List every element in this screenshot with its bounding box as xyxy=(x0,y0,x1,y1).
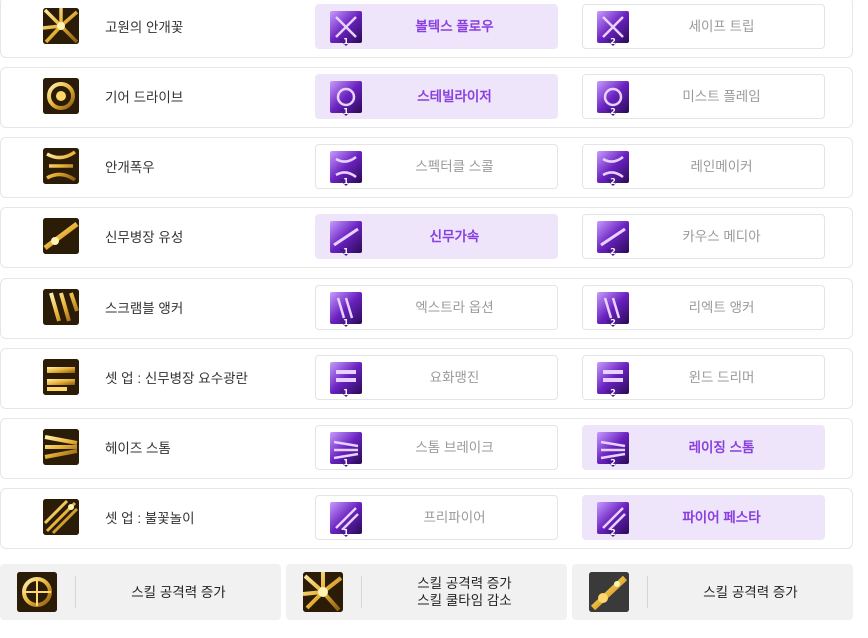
cannon-skill-icon xyxy=(589,572,629,612)
svg-text:2: 2 xyxy=(610,37,616,46)
option-1-button[interactable]: 1 스톰 브레이크 xyxy=(315,425,558,470)
skill-name: 신무병장 유성 xyxy=(105,230,184,245)
option-2-button[interactable]: 2 윈드 드리머 xyxy=(582,355,825,400)
option-1-button[interactable]: 1 스펙터클 스콜 xyxy=(315,144,558,189)
storm-skill-icon xyxy=(43,148,79,184)
option-label: 프리파이어 xyxy=(423,510,486,525)
svg-text:2: 2 xyxy=(610,458,616,467)
bonus-effect-line: 스킬 공격력 증가 xyxy=(131,584,226,600)
firework-skill-icon xyxy=(43,499,79,535)
blade-skill-icon xyxy=(43,218,79,254)
skill-name: 헤이즈 스톰 xyxy=(105,441,171,456)
skill-name: 스크램블 앵커 xyxy=(105,301,184,316)
skill-row: 신무병장 유성 1 신무가속 2 카우스 메디아 xyxy=(0,207,853,268)
haze-skill-icon xyxy=(43,429,79,465)
svg-text:2: 2 xyxy=(610,177,616,186)
bonus-card-3: 스킬 공격력 증가 xyxy=(572,564,853,620)
svg-text:2: 2 xyxy=(610,247,616,256)
option-label: 레이징 스톰 xyxy=(688,440,755,455)
option-label: 세이프 트립 xyxy=(688,19,755,34)
option-label: 신무가속 xyxy=(429,229,480,244)
option-label: 스펙터클 스콜 xyxy=(415,159,494,174)
option-label: 파이어 페스타 xyxy=(682,510,761,525)
option-2-button[interactable]: 2 레이징 스톰 xyxy=(582,425,825,470)
anchor-skill-icon xyxy=(43,289,79,325)
bonus-effect: 스킬 공격력 증가 xyxy=(648,564,853,620)
bonus-card-1: 스킬 공격력 증가 xyxy=(0,564,281,620)
setup-skill-icon xyxy=(43,359,79,395)
option-2-button[interactable]: 2 미스트 플레임 xyxy=(582,74,825,119)
svg-text:1: 1 xyxy=(343,37,349,46)
bonus-effect-line: 스킬 공격력 증가 xyxy=(417,576,512,591)
skill-row: 스크램블 앵커 1 엑스트라 옵션 2 리엑트 앵커 xyxy=(0,278,853,339)
skill-row: 헤이즈 스톰 1 스톰 브레이크 2 레이징 스톰 xyxy=(0,418,853,479)
option-2-button[interactable]: 2 레인메이커 xyxy=(582,144,825,189)
ring-skill-icon xyxy=(17,572,57,612)
option-1-button[interactable]: 1 엑스트라 옵션 xyxy=(315,285,558,330)
skill-name: 셋 업 : 불꽃놀이 xyxy=(105,511,195,526)
svg-text:2: 2 xyxy=(610,318,616,327)
svg-text:1: 1 xyxy=(343,528,349,537)
svg-text:1: 1 xyxy=(343,458,349,467)
burst-skill-icon xyxy=(303,572,343,612)
option-1-button[interactable]: 1 볼텍스 플로우 xyxy=(315,4,558,49)
option-label: 엑스트라 옵션 xyxy=(415,300,494,315)
option-label: 볼텍스 플로우 xyxy=(415,19,494,34)
skill-name: 기어 드라이브 xyxy=(105,90,184,105)
option-label: 미스트 플레임 xyxy=(682,89,761,104)
gear-skill-icon xyxy=(43,78,79,114)
option-2-button[interactable]: 2 파이어 페스타 xyxy=(582,495,825,540)
svg-text:2: 2 xyxy=(610,528,616,537)
svg-text:1: 1 xyxy=(343,388,349,397)
svg-text:2: 2 xyxy=(610,107,616,116)
bonus-effect-line: 스킬 쿨타임 감소 xyxy=(417,593,512,608)
option-label: 요화맹진 xyxy=(429,370,480,385)
skill-row: 고원의 안개꽃 1 볼텍스 플로우 2 세이프 트립 xyxy=(0,0,853,58)
bonus-effect-line: 스킬 공격력 증가 xyxy=(703,584,798,600)
option-label: 스톰 브레이크 xyxy=(415,440,494,455)
skill-row: 안개폭우 1 스펙터클 스콜 2 레인메이커 xyxy=(0,137,853,198)
skill-name: 고원의 안개꽃 xyxy=(105,20,184,35)
svg-text:1: 1 xyxy=(343,318,349,327)
option-1-button[interactable]: 1 스테빌라이저 xyxy=(315,74,558,119)
skill-name: 셋 업 : 신무병장 요수광란 xyxy=(105,371,248,386)
skill-row: 셋 업 : 신무병장 요수광란 1 요화맹진 2 윈드 드리머 xyxy=(0,348,853,409)
skill-row: 기어 드라이브 1 스테빌라이저 2 미스트 플레임 xyxy=(0,67,853,128)
option-2-button[interactable]: 2 세이프 트립 xyxy=(582,4,825,49)
option-1-button[interactable]: 1 신무가속 xyxy=(315,214,558,259)
option-2-button[interactable]: 2 카우스 메디아 xyxy=(582,214,825,259)
option-2-button[interactable]: 2 리엑트 앵커 xyxy=(582,285,825,330)
bonus-effect: 스킬 공격력 증가 xyxy=(76,564,281,620)
option-label: 카우스 메디아 xyxy=(682,229,761,244)
bonus-effect: 스킬 공격력 증가 스킬 쿨타임 감소 xyxy=(362,564,567,620)
option-1-button[interactable]: 1 요화맹진 xyxy=(315,355,558,400)
option-label: 레인메이커 xyxy=(690,159,753,174)
option-label: 스테빌라이저 xyxy=(417,89,492,104)
option-label: 리엑트 앵커 xyxy=(688,300,755,315)
option-1-button[interactable]: 1 프리파이어 xyxy=(315,495,558,540)
svg-text:1: 1 xyxy=(343,107,349,116)
sunburst-skill-icon xyxy=(43,8,79,44)
svg-text:1: 1 xyxy=(343,177,349,186)
svg-text:1: 1 xyxy=(343,247,349,256)
skill-name: 안개폭우 xyxy=(105,160,155,175)
skill-row: 셋 업 : 불꽃놀이 1 프리파이어 2 파이어 페스타 xyxy=(0,488,853,549)
option-label: 윈드 드리머 xyxy=(688,370,755,385)
bonus-card-2: 스킬 공격력 증가 스킬 쿨타임 감소 xyxy=(286,564,567,620)
svg-text:2: 2 xyxy=(610,388,616,397)
